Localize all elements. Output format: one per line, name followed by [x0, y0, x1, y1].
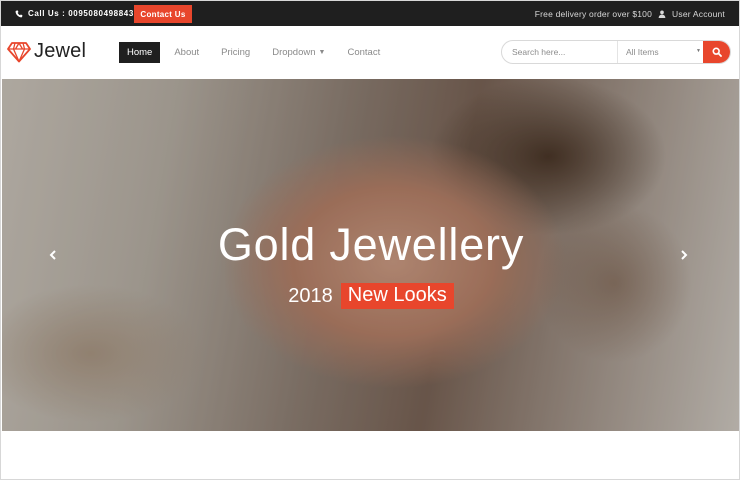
search-divider [617, 41, 618, 63]
slider-prev-button[interactable] [45, 247, 61, 263]
nav-item-dropdown[interactable]: Dropdown ▼ [264, 42, 333, 63]
hero-year: 2018 [288, 284, 333, 307]
nav-item-pricing[interactable]: Pricing [213, 42, 258, 63]
main-nav: Home About Pricing Dropdown ▼ Contact [119, 42, 394, 63]
contact-us-button[interactable]: Contact Us [134, 5, 192, 23]
search-input[interactable] [502, 41, 618, 63]
navbar: Jewel Home About Pricing Dropdown ▼ Cont… [1, 26, 739, 79]
user-icon [658, 10, 666, 18]
phone-label: Call Us : 00950804988436 [28, 9, 139, 18]
phone-info: Call Us : 00950804988436 [15, 1, 139, 26]
brand-name: Jewel [34, 40, 87, 62]
hero-subtitle: 2018 New Looks [2, 283, 739, 309]
top-bar: Call Us : 00950804988436 Contact Us Free… [1, 1, 739, 26]
slider-next-button[interactable] [676, 247, 692, 263]
category-select[interactable]: All Items ▼ [619, 41, 705, 63]
chevron-down-icon: ▼ [318, 49, 326, 56]
caret-down-icon: ▼ [696, 48, 701, 54]
user-account-link[interactable]: User Account [672, 9, 725, 19]
nav-item-dropdown-label: Dropdown [272, 47, 316, 58]
search-button[interactable] [703, 41, 730, 63]
search-bar: All Items ▼ [501, 40, 731, 64]
chevron-right-icon [681, 250, 688, 260]
search-icon [711, 47, 722, 57]
topbar-right: Free delivery order over $100 User Accou… [535, 1, 725, 26]
phone-icon [15, 9, 23, 17]
category-select-value: All Items [626, 47, 659, 57]
hero-slider: Gold Jewellery 2018 New Looks [2, 79, 739, 431]
nav-item-contact[interactable]: Contact [339, 42, 388, 63]
chevron-left-icon [49, 250, 56, 260]
delivery-text: Free delivery order over $100 [534, 8, 653, 19]
nav-item-about[interactable]: About [166, 42, 207, 63]
content-area [1, 431, 739, 479]
nav-item-home[interactable]: Home [119, 42, 161, 63]
logo[interactable]: Jewel [7, 40, 86, 63]
diamond-icon [7, 41, 31, 62]
hero-title: Gold Jewellery [217, 219, 525, 270]
hero-badge: New Looks [340, 283, 454, 309]
page: Call Us : 00950804988436 Contact Us Free… [0, 0, 740, 480]
